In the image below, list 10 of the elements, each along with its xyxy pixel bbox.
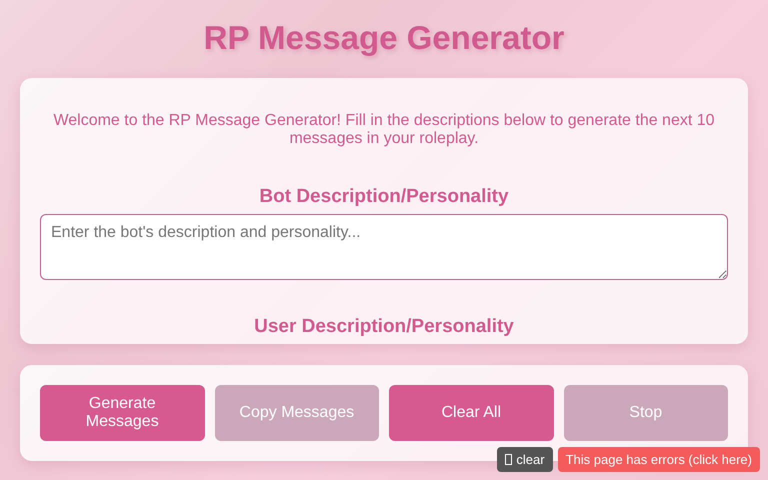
page-title: RP Message Generator (202, 18, 566, 58)
action-button[interactable]: Generate Messages (40, 385, 204, 441)
clear-button[interactable]: clear (497, 447, 553, 472)
description-field[interactable]: Enter the bot's description and personality... (40, 214, 728, 280)
intro-text: Welcome to the RP Message Generator! Fill in the descriptions below to generate the next 10 messages in your roleplay. (52, 112, 716, 148)
error-button[interactable]: This page has errors (click here) (558, 447, 760, 472)
action-button[interactable]: Clear All (389, 385, 554, 441)
glyph-icon (505, 454, 512, 465)
section-heading: Bot Description/Personality (258, 186, 510, 208)
section-heading: User Description/Personality (253, 316, 515, 338)
